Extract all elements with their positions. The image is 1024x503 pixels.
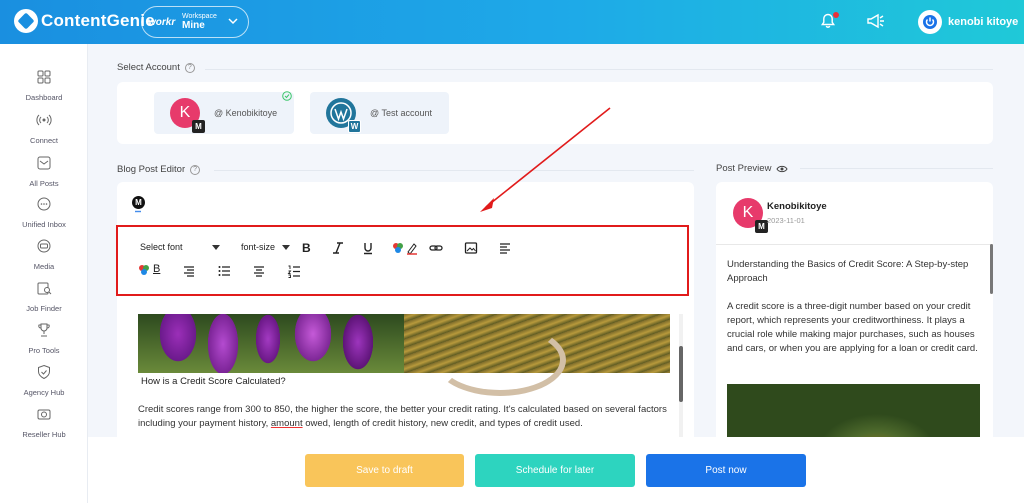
trophy-icon: [38, 323, 50, 337]
preview-avatar: K M: [733, 198, 768, 233]
workspace-switcher[interactable]: workr Workspace Mine: [141, 6, 249, 38]
preview-body: A credit score is a three-digit number b…: [727, 301, 978, 354]
medium-platform-icon: M: [132, 196, 145, 209]
megaphone-icon[interactable]: [866, 12, 886, 30]
divider: [716, 244, 993, 245]
avatar-initial: K: [179, 104, 191, 121]
chat-bubble-icon: [37, 197, 51, 211]
toolbar-highlight-box: [116, 225, 689, 296]
help-icon[interactable]: ?: [190, 164, 201, 175]
sidebar-item-dashboard[interactable]: Dashboard: [0, 69, 88, 105]
sidebar-item-label: Reseller Hub: [22, 430, 66, 439]
preview-author: Kenobikitoye: [767, 201, 827, 212]
top-bar: ContentGenie workr Workspace Mine kenobi…: [0, 0, 1024, 44]
workspace-name: Mine: [182, 20, 205, 31]
spellcheck-word: amount: [270, 418, 303, 429]
workspace-label: Workspace: [182, 13, 217, 20]
avatar: K M: [170, 98, 205, 133]
sidebar-item-label: All Posts: [29, 179, 59, 188]
shield-check-icon: [38, 364, 50, 380]
sidebar-item-agency-hub[interactable]: Agency Hub: [0, 364, 88, 400]
account-card-kenobikitoye[interactable]: K M @ Kenobikitoye: [154, 92, 294, 134]
user-menu[interactable]: kenobi kitoye: [918, 10, 1018, 34]
sidebar-item-label: Unified Inbox: [22, 220, 66, 229]
broadcast-icon: [36, 114, 52, 126]
sidebar-item-connect[interactable]: Connect: [0, 112, 88, 148]
workspace-brand: workr: [148, 16, 176, 28]
editor-caption: How is a Credit Score Calculated?: [141, 376, 286, 387]
sidebar-item-label: Media: [33, 262, 55, 271]
divider: [205, 69, 993, 70]
brand-logo[interactable]: ContentGenie: [14, 9, 155, 33]
notification-dot: [833, 12, 839, 18]
sidebar-item-label: Agency Hub: [23, 388, 65, 397]
divider: [800, 168, 993, 169]
account-name: @ Kenobikitoye: [214, 108, 278, 118]
editor-image-strip: [138, 314, 670, 396]
platform-indicator-dots: [135, 210, 141, 213]
contentgenie-logo-icon: [14, 9, 38, 33]
vineyard-image: [404, 314, 670, 396]
avatar-initial: K: [742, 204, 754, 221]
dashboard-grid-icon: [37, 70, 51, 84]
editor-label: Blog Post Editor: [117, 164, 186, 175]
avatar: W: [326, 98, 361, 133]
power-avatar-icon: [918, 10, 942, 34]
medium-icon: M: [192, 120, 205, 133]
sidebar-item-label: Dashboard: [25, 93, 63, 102]
eye-icon[interactable]: [776, 165, 789, 173]
sidebar-item-reseller-hub[interactable]: Reseller Hub: [0, 406, 88, 442]
preview-heading: Post Preview: [716, 163, 789, 174]
brand-name: ContentGenie: [41, 11, 155, 30]
media-icon: [37, 239, 51, 253]
sidebar-item-media[interactable]: Media: [0, 238, 88, 274]
select-account-heading: Select Account ?: [117, 62, 195, 73]
inbox-icon: [37, 156, 51, 170]
sidebar-item-label: Pro Tools: [28, 346, 60, 355]
select-account-label: Select Account: [117, 62, 180, 73]
user-name: kenobi kitoye: [948, 16, 1019, 28]
preview-label: Post Preview: [716, 163, 772, 174]
editor-scrollbar-thumb[interactable]: [679, 346, 683, 402]
sidebar-item-label: Connect: [30, 136, 58, 145]
schedule-button[interactable]: Schedule for later: [475, 454, 635, 487]
editor-heading: Blog Post Editor ?: [117, 164, 201, 175]
preview-image: [727, 384, 980, 444]
annotation-arrow: [480, 107, 611, 212]
editor-paragraph[interactable]: Credit scores range from 300 to 850, the…: [138, 403, 678, 431]
divider: [214, 170, 694, 171]
camera-icon: [37, 409, 51, 420]
sidebar-item-all-posts[interactable]: All Posts: [0, 155, 88, 191]
help-icon[interactable]: ?: [184, 62, 195, 73]
preview-date: 2023-11-01: [767, 216, 805, 225]
account-card-test-account[interactable]: W @ Test account: [310, 92, 449, 134]
preview-title: Understanding the Basics of Credit Score…: [727, 259, 969, 284]
sidebar-item-job-finder[interactable]: Job Finder: [0, 280, 88, 316]
selected-check-icon: [282, 91, 292, 101]
sidebar-item-label: Job Finder: [26, 304, 62, 313]
chevron-down-icon: [228, 16, 238, 29]
sidebar-item-pro-tools[interactable]: Pro Tools: [0, 322, 88, 358]
account-name: @ Test account: [370, 108, 433, 118]
paragraph-text: owed, length of credit history, new cred…: [302, 418, 583, 429]
save-draft-button[interactable]: Save to draft: [305, 454, 464, 487]
flower-image: [138, 314, 404, 373]
wordpress-badge-icon: W: [348, 120, 361, 133]
job-search-icon: [37, 282, 52, 295]
sidebar-item-unified-inbox[interactable]: Unified Inbox: [0, 196, 88, 232]
preview-scrollbar[interactable]: [990, 244, 993, 294]
post-now-button[interactable]: Post now: [646, 454, 806, 487]
sidebar: Dashboard Connect All Posts Unified Inbo…: [0, 44, 88, 503]
